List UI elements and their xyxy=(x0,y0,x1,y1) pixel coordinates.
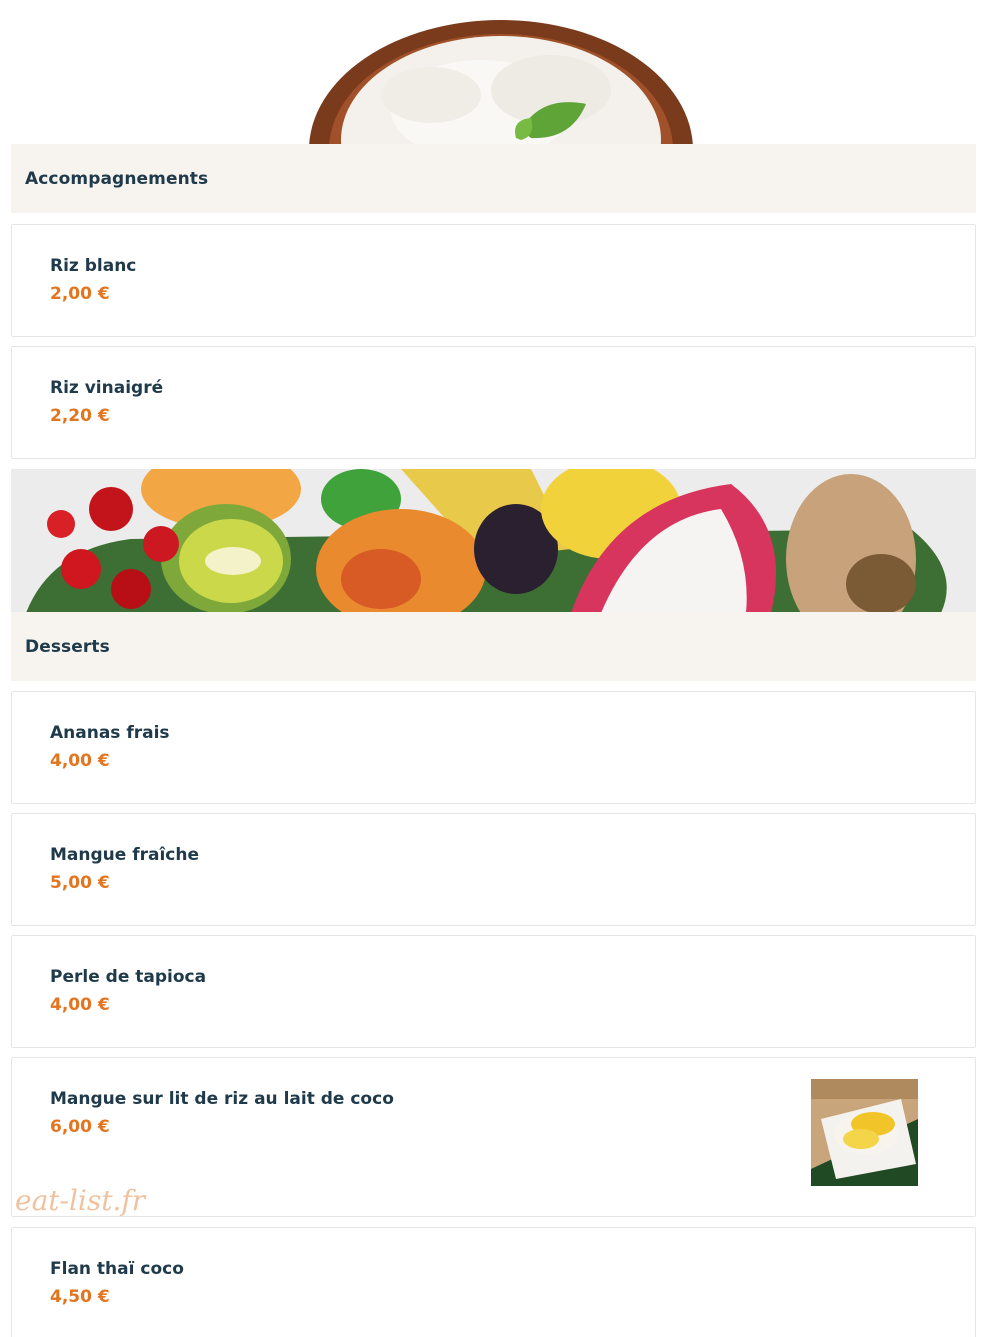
section-title: Accompagnements xyxy=(25,168,209,189)
item-price: 4,00 € xyxy=(50,995,110,1015)
item-price: 6,00 € xyxy=(50,1117,110,1137)
menu-item-card[interactable]: Mangue fraîche 5,00 € xyxy=(11,813,976,926)
item-price: 2,00 € xyxy=(50,284,110,304)
item-price: 4,00 € xyxy=(50,751,110,771)
item-name: Riz vinaigré xyxy=(50,378,164,398)
item-name: Mangue sur lit de riz au lait de coco xyxy=(50,1089,394,1109)
item-name: Riz blanc xyxy=(50,256,137,276)
watermark-text: eat-list.fr xyxy=(15,1184,146,1217)
item-price: 2,20 € xyxy=(50,406,110,426)
menu-item-card[interactable]: Flan thaï coco 4,50 € xyxy=(11,1227,976,1337)
desserts-banner-image xyxy=(11,469,976,613)
section-header-desserts: Desserts xyxy=(11,612,976,681)
menu-item-card[interactable]: Mangue sur lit de riz au lait de coco 6,… xyxy=(11,1057,976,1217)
rice-banner-image xyxy=(11,0,976,144)
item-name: Perle de tapioca xyxy=(50,967,207,987)
item-price: 4,50 € xyxy=(50,1287,110,1307)
menu-item-card[interactable]: Perle de tapioca 4,00 € xyxy=(11,935,976,1048)
item-name: Ananas frais xyxy=(50,723,170,743)
section-header-accompagnements: Accompagnements xyxy=(11,144,976,213)
item-name: Flan thaï coco xyxy=(50,1259,184,1279)
section-title: Desserts xyxy=(25,636,110,657)
menu-item-card[interactable]: Riz blanc 2,00 € xyxy=(11,224,976,337)
item-price: 5,00 € xyxy=(50,873,110,893)
item-thumbnail-image[interactable] xyxy=(811,1079,918,1186)
menu-item-card[interactable]: Riz vinaigré 2,20 € xyxy=(11,346,976,459)
item-name: Mangue fraîche xyxy=(50,845,199,865)
menu-item-card[interactable]: Ananas frais 4,00 € xyxy=(11,691,976,804)
